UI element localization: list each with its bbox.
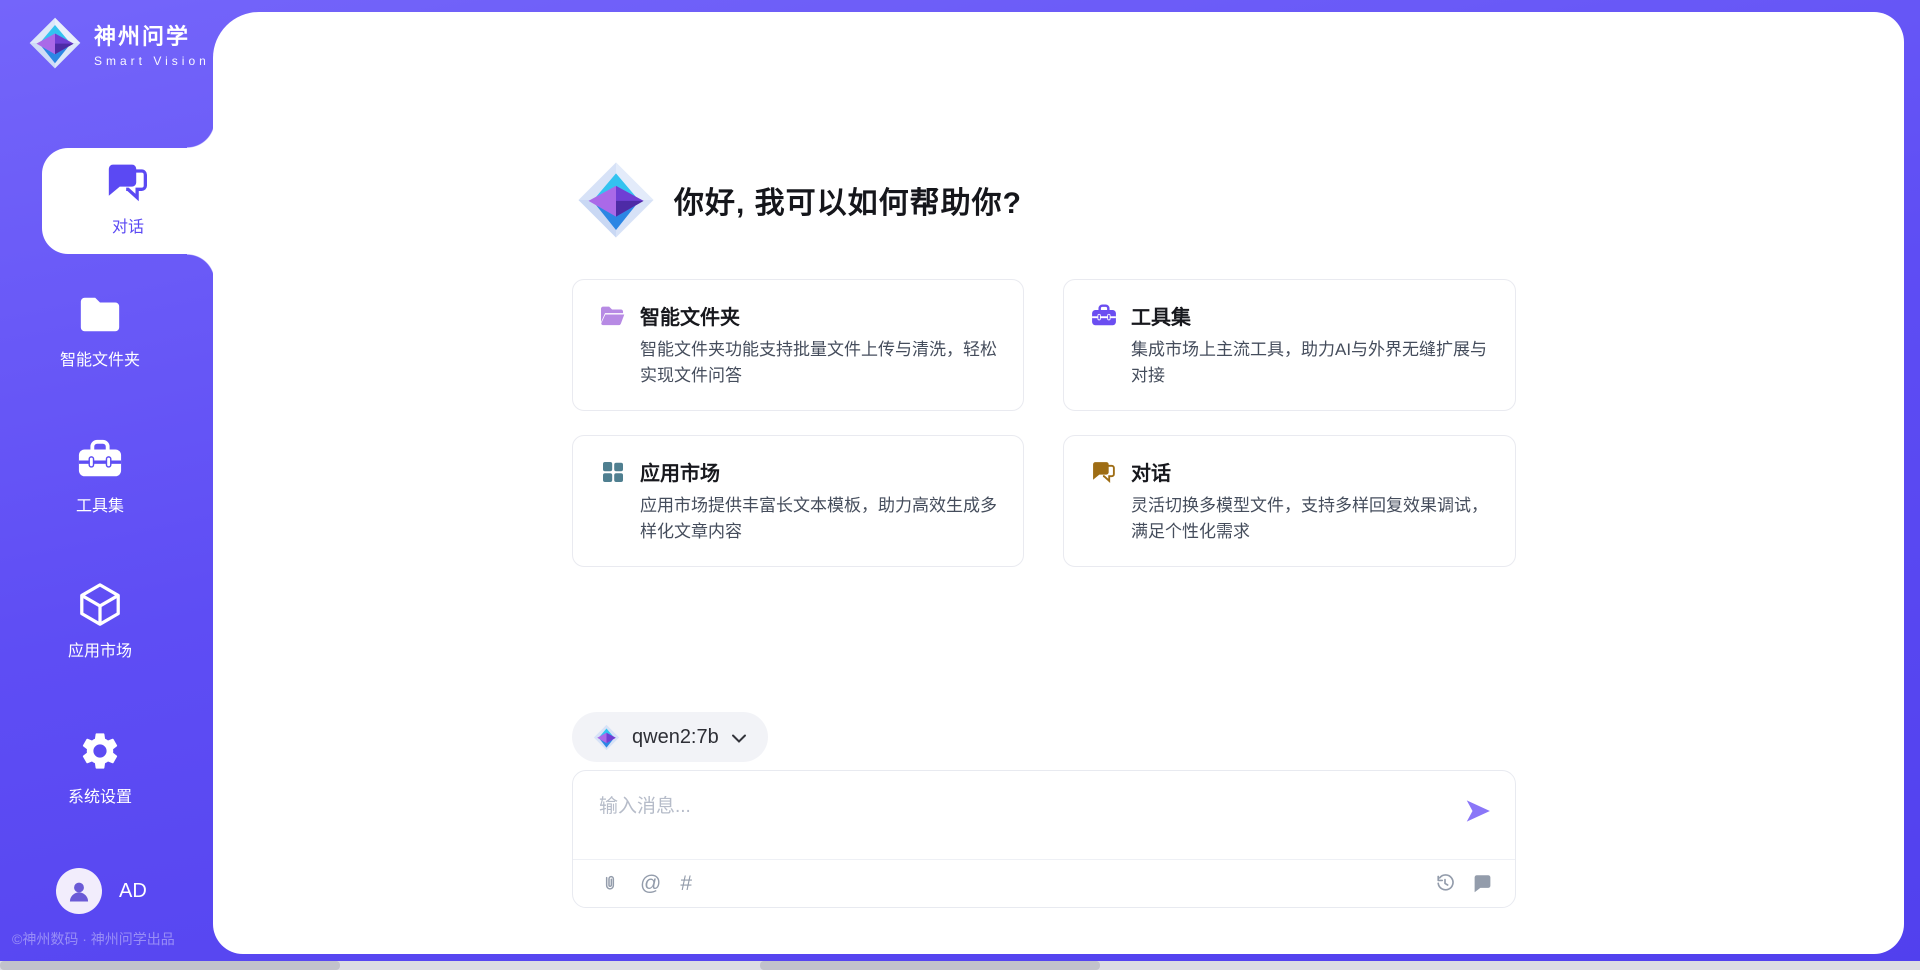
- scrollbar-thumb[interactable]: [0, 961, 340, 970]
- brand-text: 神州问学 Smart Vision: [94, 19, 210, 68]
- card-title: 对话: [1131, 457, 1171, 486]
- model-selector[interactable]: qwen2:7b: [572, 712, 768, 762]
- model-name: qwen2:7b: [632, 726, 719, 749]
- sidebar-item-label: 智能文件夹: [60, 346, 140, 370]
- sidebar-item-smart-folder[interactable]: 智能文件夹: [0, 292, 200, 370]
- card-toolset[interactable]: 工具集 集成市场上主流工具，助力AI与外界无缝扩展与对接: [1063, 279, 1516, 411]
- history-icon[interactable]: [1434, 872, 1456, 894]
- person-icon: [65, 877, 93, 905]
- folder-open-icon: [599, 303, 626, 328]
- card-title: 应用市场: [640, 457, 720, 486]
- sidebar-item-label: 系统设置: [68, 783, 132, 807]
- gear-icon: [77, 729, 123, 773]
- card-app-market[interactable]: 应用市场 应用市场提供丰富长文本模板，助力高效生成多样化文章内容: [572, 435, 1024, 567]
- card-title: 智能文件夹: [640, 301, 740, 330]
- hash-icon[interactable]: #: [680, 873, 692, 894]
- card-title: 工具集: [1131, 301, 1191, 330]
- briefcase-icon: [77, 438, 123, 482]
- comment-icon[interactable]: [1471, 872, 1493, 894]
- send-icon[interactable]: [1463, 796, 1493, 826]
- folder-icon: [77, 292, 123, 336]
- sidebar-item-label: 工具集: [76, 492, 124, 516]
- cube-icon: [77, 583, 123, 627]
- copyright-text: ©神州数码 · 神州问学出品: [12, 929, 175, 949]
- chat-bubbles-icon: [105, 160, 151, 204]
- message-input[interactable]: [599, 791, 1439, 851]
- grid-icon: [599, 459, 626, 484]
- sidebar-item-chat-active[interactable]: 对话: [42, 148, 215, 254]
- card-description: 灵活切换多模型文件，支持多样回复效果调试，满足个性化需求: [1131, 493, 1489, 544]
- diamond-logo-icon: [28, 16, 82, 70]
- horizontal-scrollbar[interactable]: [0, 961, 1920, 970]
- sidebar-item-label: 对话: [112, 213, 144, 237]
- card-description: 集成市场上主流工具，助力AI与外界无缝扩展与对接: [1131, 337, 1489, 388]
- app-window: 神州问学 Smart Vision 对话 智能文件夹: [0, 0, 1920, 970]
- brand-name: 神州问学: [94, 19, 210, 51]
- sidebar-item-toolset[interactable]: 工具集: [0, 438, 200, 516]
- scrollbar-thumb[interactable]: [760, 961, 1100, 970]
- card-chat[interactable]: 对话 灵活切换多模型文件，支持多样回复效果调试，满足个性化需求: [1063, 435, 1516, 567]
- chat-bubbles-icon: [1090, 459, 1117, 484]
- at-icon[interactable]: @: [640, 873, 661, 894]
- composer-toolbar-right: [1434, 872, 1493, 894]
- brand-subtitle: Smart Vision: [94, 54, 210, 68]
- greeting-title: 你好, 我可以如何帮助你?: [674, 178, 1022, 222]
- composer-toolbar: @ #: [599, 859, 1493, 907]
- card-description: 应用市场提供丰富长文本模板，助力高效生成多样化文章内容: [640, 493, 997, 544]
- briefcase-icon: [1090, 303, 1117, 328]
- sidebar-item-label: 应用市场: [68, 637, 132, 661]
- card-smart-folder[interactable]: 智能文件夹 智能文件夹功能支持批量文件上传与清洗，轻松实现文件问答: [572, 279, 1024, 411]
- feature-cards: 智能文件夹 智能文件夹功能支持批量文件上传与清洗，轻松实现文件问答: [572, 279, 1516, 567]
- greeting-block: 你好, 我可以如何帮助你?: [576, 160, 1022, 240]
- diamond-logo-icon: [576, 160, 656, 240]
- sidebar-item-app-market[interactable]: 应用市场: [0, 583, 200, 661]
- user-profile[interactable]: AD: [56, 868, 147, 914]
- brand-logo-block: 神州问学 Smart Vision: [28, 16, 210, 70]
- diamond-logo-icon: [593, 724, 620, 751]
- avatar: [56, 868, 102, 914]
- card-description: 智能文件夹功能支持批量文件上传与清洗，轻松实现文件问答: [640, 337, 997, 388]
- paperclip-icon[interactable]: [599, 872, 621, 894]
- sidebar-item-settings[interactable]: 系统设置: [0, 729, 200, 807]
- chevron-down-icon: [731, 733, 747, 744]
- message-composer: @ #: [572, 770, 1516, 908]
- user-name: AD: [119, 880, 147, 903]
